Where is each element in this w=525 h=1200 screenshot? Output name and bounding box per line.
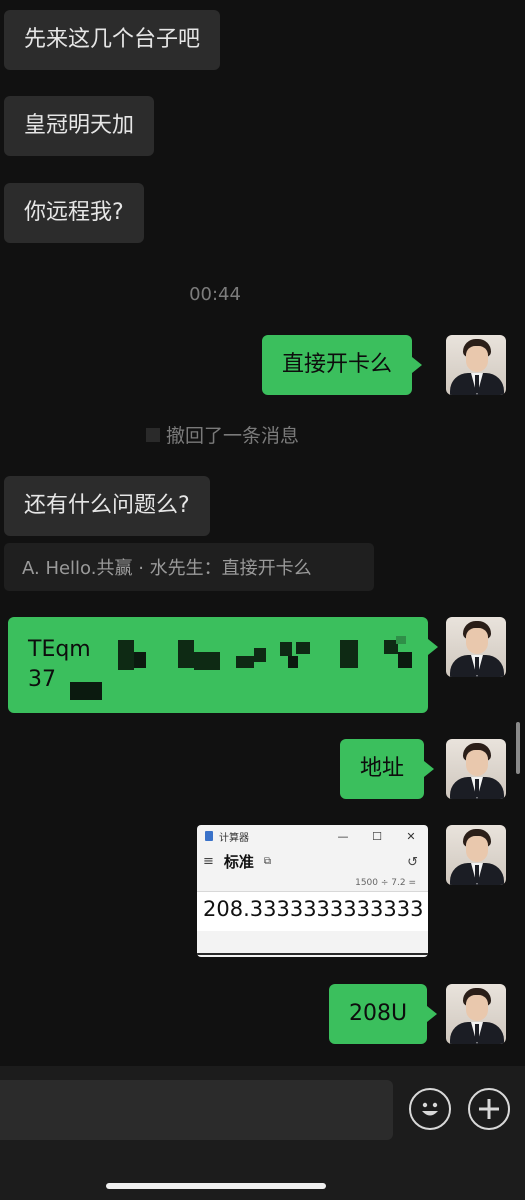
incoming-message[interactable]: 皇冠明天加: [4, 96, 155, 156]
avatar[interactable]: [446, 984, 506, 1044]
message-text: 208U: [349, 1001, 408, 1026]
maximize-icon: ☐: [372, 829, 382, 843]
incoming-message[interactable]: 你远程我?: [4, 183, 144, 243]
minimize-icon: —: [337, 829, 349, 843]
recall-text: 撤回了一条消息: [166, 425, 300, 447]
message-text: 直接开卡么: [282, 352, 393, 377]
quoted-reply[interactable]: A. Hello.共赢 · 水先生：直接开卡么: [4, 543, 374, 591]
message-text: 地址: [360, 756, 405, 781]
message-input[interactable]: [0, 1080, 393, 1140]
history-icon: ↺: [407, 855, 418, 870]
calculator-expression: 1500 ÷ 7.2 =: [355, 878, 416, 888]
calculator-window-title: 计算器: [219, 832, 249, 844]
calculator-mode-row: ≡ 标准 ⧉: [197, 847, 428, 875]
incoming-message[interactable]: 还有什么问题么?: [4, 476, 210, 536]
message-text: 你远程我?: [24, 200, 124, 225]
calculator-mode: 标准: [223, 852, 254, 871]
recall-marker-icon: [146, 427, 160, 442]
timestamp: 00:44: [189, 284, 241, 305]
calculator-app-icon: [205, 831, 213, 841]
avatar[interactable]: [446, 335, 506, 395]
message-text: 还有什么问题么?: [24, 493, 190, 518]
home-indicator[interactable]: [106, 1183, 326, 1189]
calculator-result: 208.3333333333333: [197, 891, 428, 931]
avatar[interactable]: [446, 617, 506, 677]
avatar[interactable]: [446, 825, 506, 885]
message-text: 先来这几个台子吧: [24, 27, 201, 52]
keep-on-top-icon: ⧉: [263, 855, 272, 867]
outgoing-message[interactable]: 208U: [329, 984, 438, 1044]
close-icon: ✕: [406, 829, 416, 843]
calculator-screenshot-message[interactable]: 计算器 — ☐ ✕ ≡ 标准 ⧉ ↺ 1500 ÷ 7.2 = 208.3333…: [197, 825, 428, 957]
window-controls: — ☐ ✕: [326, 825, 428, 847]
emoji-icon[interactable]: [409, 1088, 451, 1130]
message-text: 皇冠明天加: [24, 113, 135, 138]
scrollbar[interactable]: [516, 722, 520, 774]
outgoing-message[interactable]: 地址: [340, 739, 435, 799]
quote-text: A. Hello.共赢 · 水先生：直接开卡么: [22, 558, 312, 579]
menu-icon: ≡: [203, 853, 214, 869]
outgoing-message[interactable]: 直接开卡么: [262, 335, 423, 395]
plus-icon[interactable]: [468, 1088, 510, 1130]
recall-notice: 撤回了一条消息: [146, 421, 299, 448]
avatar[interactable]: [446, 739, 506, 799]
incoming-message[interactable]: 先来这几个台子吧: [4, 10, 221, 70]
